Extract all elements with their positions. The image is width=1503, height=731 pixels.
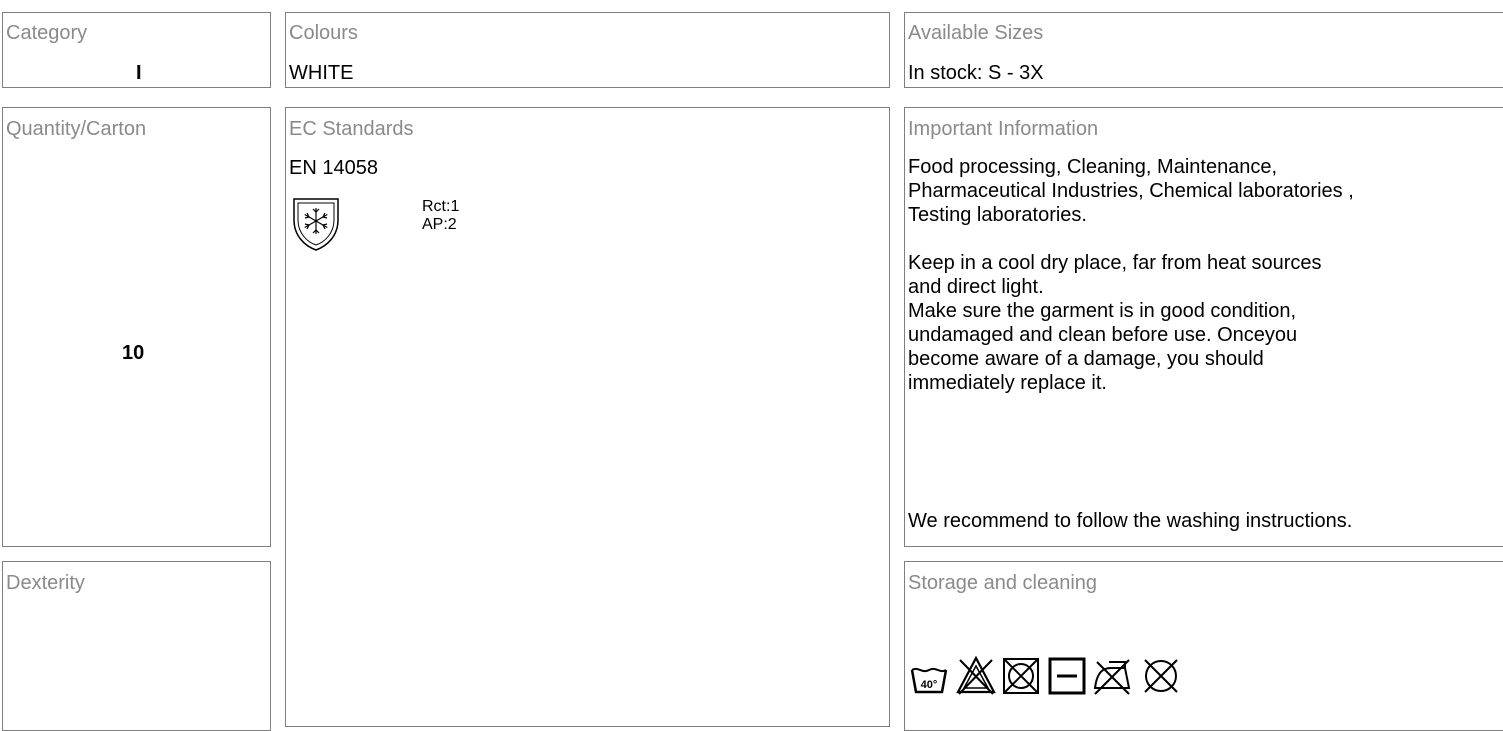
no-tumble-dry-icon [1001, 656, 1041, 696]
colours-value: WHITE [289, 62, 354, 84]
wash-temp-label: 40° [921, 679, 938, 691]
dexterity-label: Dexterity [6, 572, 85, 594]
sizes-box: Available Sizes In stock: S - 3X [904, 12, 1503, 88]
dry-flat-icon [1047, 656, 1087, 696]
storage-line: immediately replace it. [908, 372, 1107, 394]
quantity-box: Quantity/Carton 10 [2, 107, 271, 547]
important-usage-text: Food processing, Cleaning, Maintenance, … [908, 155, 1503, 395]
ec-rating-ap: AP:2 [422, 216, 457, 233]
colours-box: Colours WHITE [285, 12, 890, 88]
ec-rating-rct: Rct:1 [422, 198, 460, 215]
usage-line: Food processing, Cleaning, Maintenance, [908, 156, 1278, 178]
no-bleach-icon [955, 654, 997, 696]
storage-cleaning-label: Storage and cleaning [908, 572, 1098, 594]
cold-protection-shield-icon [291, 196, 341, 252]
storage-line: Make sure the garment is in good conditi… [908, 300, 1296, 322]
usage-line: Testing laboratories. [908, 204, 1087, 226]
important-info-label: Important Information [908, 118, 1099, 140]
ec-standards-label: EC Standards [289, 118, 414, 140]
usage-line: Pharmaceutical Industries, Chemical labo… [908, 180, 1354, 202]
quantity-label: Quantity/Carton [6, 118, 147, 140]
wash-40-icon: 40° [910, 662, 948, 698]
no-iron-icon [1091, 656, 1133, 696]
washing-recommendation: We recommend to follow the washing instr… [908, 510, 1353, 532]
ec-standards-box: EC Standards EN 14058 Rct:1 AP:2 [285, 107, 890, 727]
dexterity-box: Dexterity [2, 561, 271, 731]
important-info-box: Important Information Food processing, C… [904, 107, 1503, 547]
quantity-value: 10 [122, 342, 145, 364]
storage-line: and direct light. [908, 276, 1044, 298]
category-box: Category I [2, 12, 271, 88]
ec-standard-code: EN 14058 [289, 157, 378, 179]
colours-label: Colours [289, 22, 358, 44]
storage-cleaning-box: Storage and cleaning 40° [904, 561, 1503, 731]
no-dry-clean-icon [1141, 656, 1181, 696]
sizes-label: Available Sizes [908, 22, 1044, 44]
sizes-value: In stock: S - 3X [908, 62, 1044, 84]
storage-line: undamaged and clean before use. Onceyou [908, 324, 1298, 346]
category-value: I [136, 62, 142, 84]
category-label: Category [6, 22, 88, 44]
storage-line: become aware of a damage, you should [908, 348, 1264, 370]
storage-line: Keep in a cool dry place, far from heat … [908, 252, 1322, 274]
